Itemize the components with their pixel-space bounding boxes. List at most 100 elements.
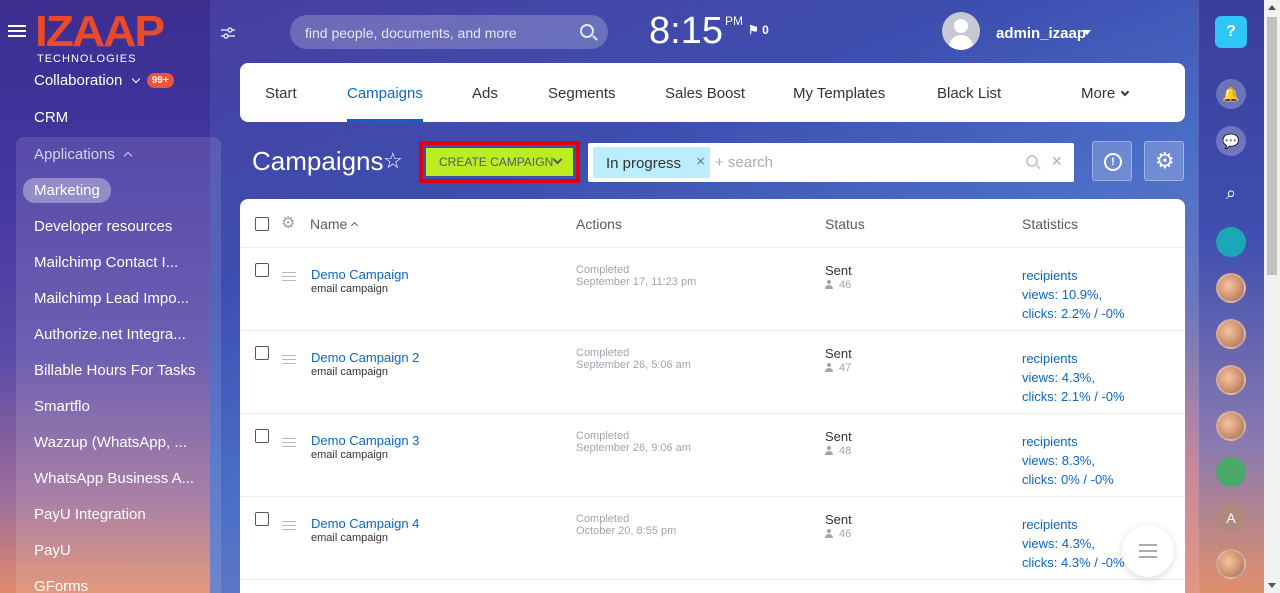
tab-my-templates[interactable]: My Templates (793, 85, 885, 102)
recipients-link[interactable]: recipients (1022, 517, 1078, 532)
chat-avatar[interactable] (1216, 365, 1246, 395)
campaign-name-link[interactable]: Demo Campaign (311, 267, 409, 282)
sidebar-item-gforms[interactable]: GForms (34, 578, 88, 593)
clear-icon[interactable]: × (1051, 151, 1062, 172)
remove-filter-icon[interactable]: × (696, 153, 705, 170)
row-checkbox[interactable] (255, 429, 269, 443)
notification-badge: 99+ (146, 73, 174, 88)
table-row[interactable]: Demo Campaign 4 email campaign Completed… (240, 497, 1185, 580)
views-link[interactable]: views: 10.9%, (1022, 287, 1102, 302)
recipients-link[interactable]: recipients (1022, 268, 1078, 283)
tab-campaigns[interactable]: Campaigns (347, 85, 423, 102)
campaign-name-link[interactable]: Demo Campaign 3 (311, 433, 419, 448)
sidebar-item-billable-hours[interactable]: Billable Hours For Tasks (34, 362, 195, 379)
chat-avatar[interactable] (1216, 273, 1246, 303)
recipients-link[interactable]: recipients (1022, 434, 1078, 449)
page-scrollbar[interactable] (1264, 0, 1280, 593)
views-link[interactable]: views: 4.3%, (1022, 536, 1095, 551)
star-icon[interactable]: ☆ (383, 148, 403, 174)
scroll-thumb[interactable] (1267, 17, 1277, 275)
info-button[interactable]: ! (1092, 141, 1132, 181)
row-checkbox[interactable] (255, 263, 269, 277)
clicks-link[interactable]: clicks: 0% / -0% (1022, 472, 1114, 487)
tab-more[interactable]: More (1081, 85, 1130, 102)
chat-avatar[interactable] (1216, 411, 1246, 441)
table-row[interactable]: Demo Campaign 2 email campaign Completed… (240, 331, 1185, 414)
scroll-up-icon[interactable] (1268, 5, 1276, 10)
global-search-input[interactable]: find people, documents, and more (290, 15, 608, 49)
sidebar-item-authorize-net[interactable]: Authorize.net Integra... (34, 326, 186, 343)
gear-icon[interactable]: ⚙ (281, 213, 295, 233)
clicks-link[interactable]: clicks: 4.3% / -0% (1022, 555, 1125, 570)
row-checkbox[interactable] (255, 512, 269, 526)
recipients-link[interactable]: recipients (1022, 351, 1078, 366)
sidebar-item-applications[interactable]: Applications (34, 146, 133, 163)
drag-handle-icon[interactable] (282, 435, 296, 450)
column-header-name[interactable]: Name (310, 216, 359, 232)
tab-sales-boost[interactable]: Sales Boost (665, 85, 745, 102)
caret-down-icon[interactable] (1083, 30, 1091, 35)
campaign-type: email campaign (311, 449, 389, 461)
drag-handle-icon[interactable] (282, 352, 296, 367)
flag-counter[interactable]: ⚑ 0 (748, 23, 769, 37)
campaign-name-link[interactable]: Demo Campaign 2 (311, 350, 419, 365)
clicks-link[interactable]: clicks: 2.1% / -0% (1022, 389, 1125, 404)
floating-menu-button[interactable] (1122, 525, 1174, 577)
sidebar-item-payu-integration[interactable]: PayU Integration (34, 506, 146, 523)
user-name[interactable]: admin_izaap (996, 25, 1086, 42)
drag-handle-icon[interactable] (282, 518, 296, 533)
select-all-checkbox[interactable] (255, 217, 269, 231)
views-link[interactable]: views: 4.3%, (1022, 370, 1095, 385)
views-link[interactable]: views: 8.3%, (1022, 453, 1095, 468)
column-header-actions[interactable]: Actions (576, 216, 622, 232)
sidebar-item-developer-resources[interactable]: Developer resources (34, 218, 172, 235)
sidebar-item-payu[interactable]: PayU (34, 542, 71, 559)
tab-black-list[interactable]: Black List (937, 85, 1001, 102)
column-header-statistics[interactable]: Statistics (1022, 216, 1078, 232)
clock[interactable]: 8:15 PM (649, 10, 743, 53)
tab-start[interactable]: Start (265, 85, 297, 102)
recipient-count: 46 (825, 528, 851, 540)
bell-icon[interactable]: 🔔 (1216, 79, 1246, 109)
tab-segments[interactable]: Segments (548, 85, 616, 102)
drag-handle-icon[interactable] (282, 269, 296, 284)
sidebar-item-smartflo[interactable]: Smartflo (34, 398, 90, 415)
row-checkbox[interactable] (255, 346, 269, 360)
settings-button[interactable]: ⚙ (1144, 141, 1184, 181)
letter-avatar[interactable]: A (1216, 503, 1246, 533)
filter-chip-in-progress[interactable]: In progress × (593, 147, 710, 178)
campaign-type: email campaign (311, 283, 389, 295)
campaign-type: email campaign (311, 532, 389, 544)
sidebar-item-crm[interactable]: CRM (34, 109, 68, 126)
scroll-down-icon[interactable] (1268, 583, 1276, 588)
sidebar-item-mailchimp-contact[interactable]: Mailchimp Contact I... (34, 254, 178, 271)
chat-avatar[interactable] (1216, 549, 1246, 579)
filter-search-box[interactable]: In progress × + search × (588, 143, 1074, 182)
campaign-name-link[interactable]: Demo Campaign 4 (311, 516, 419, 531)
hamburger-menu-icon[interactable] (8, 22, 26, 40)
chat-avatar[interactable] (1216, 319, 1246, 349)
clicks-link[interactable]: clicks: 2.2% / -0% (1022, 306, 1125, 321)
contact-card-icon[interactable] (1216, 227, 1246, 257)
table-row[interactable]: Demo Campaign 3 email campaign Completed… (240, 414, 1185, 497)
sidebar-item-mailchimp-lead[interactable]: Mailchimp Lead Impo... (34, 290, 189, 307)
sidebar-item-wazzup[interactable]: Wazzup (WhatsApp, ... (34, 434, 187, 451)
search-icon[interactable]: ⌕ (1216, 178, 1246, 208)
create-campaign-button[interactable]: CREATE CAMPAIGN (426, 148, 573, 176)
tab-ads[interactable]: Ads (472, 85, 498, 102)
document-icon[interactable] (1216, 457, 1246, 487)
sidebar-item-marketing[interactable]: Marketing (23, 178, 111, 203)
user-avatar[interactable] (942, 12, 980, 50)
table-row[interactable]: Demo Campaign email campaign Completed Se… (240, 248, 1185, 331)
sliders-icon[interactable] (221, 26, 235, 42)
chat-icon[interactable]: 💬 (1216, 126, 1246, 156)
sidebar-item-whatsapp-business[interactable]: WhatsApp Business A... (34, 470, 194, 487)
search-icon[interactable] (1026, 155, 1038, 167)
column-header-status[interactable]: Status (825, 216, 865, 232)
filter-search-input[interactable]: + search (715, 154, 773, 171)
company-logo[interactable]: IZAAP TECHNOLOGIES (35, 10, 165, 65)
action-label: Completed (576, 264, 630, 276)
help-icon[interactable]: ? (1215, 16, 1247, 48)
sidebar-item-collaboration[interactable]: Collaboration 99+ (34, 72, 174, 89)
search-icon[interactable] (580, 24, 594, 38)
